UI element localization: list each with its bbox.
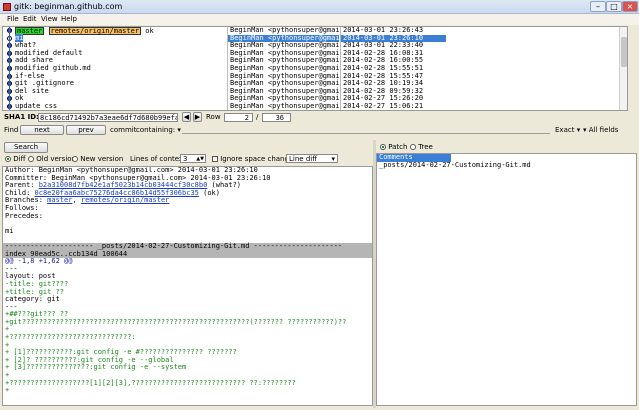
- tree-label: Tree: [418, 143, 433, 151]
- commit-row[interactable]: master remotes/origin/master ok: [3, 27, 225, 35]
- title-bar: gitk: beginman.github.com – □ ×: [0, 0, 639, 14]
- exact-value: Exact: [555, 126, 575, 134]
- minimize-button[interactable]: –: [590, 1, 606, 12]
- diff-line: Branches: master, remotes/origin/master: [5, 196, 170, 205]
- menu-bar: File Edit View Help: [0, 14, 639, 25]
- exact-select[interactable]: Exact ▾: [555, 126, 580, 134]
- patch-label: Patch: [388, 143, 408, 151]
- diff-line: @@ -1,8 +1,62 @@: [5, 257, 73, 266]
- search-row: Search: [0, 141, 375, 153]
- radio-icon: [28, 156, 34, 162]
- line-diff-select[interactable]: Line diff ▾: [286, 154, 338, 163]
- menu-view[interactable]: View: [41, 15, 58, 23]
- new-version-radio[interactable]: New version: [72, 155, 123, 163]
- commit-row[interactable]: mi: [3, 33, 225, 43]
- find-type-label: commit: [110, 126, 137, 134]
- commit-message: ok: [145, 27, 154, 35]
- commit-date-column: 2014-03-01 23:26:43 2014-03-01 23:26:10 20…: [340, 27, 446, 110]
- file-list-pane: Patch Tree Comments _posts/2014-02-27-Cu…: [376, 141, 637, 406]
- file-list-item[interactable]: _posts/2014-02-27-Customizing-Git.md: [377, 161, 636, 170]
- diff-line: Follows:: [5, 203, 39, 212]
- fields-value: All fields: [588, 126, 619, 134]
- sha-bar: SHA1 ID: 8c186cd71492b7a3eae6df7d680b99e…: [0, 112, 639, 123]
- commit-list-scrollbar[interactable]: [619, 27, 627, 110]
- radio-icon: [72, 156, 78, 162]
- old-version-radio[interactable]: Old version: [28, 155, 76, 163]
- commit-author-column: BeginMan <pythonsuper@gmail.coBeginMan <…: [227, 27, 339, 110]
- row-label: Row: [206, 113, 221, 121]
- diff-view[interactable]: Author: BeginMan <pythonsuper@gmail.com>…: [2, 166, 373, 406]
- find-mode-value: containing:: [136, 126, 176, 134]
- sha-input[interactable]: 8c186cd71492b7a3eae6df7d680b99efa0f87c8: [38, 113, 178, 122]
- old-version-label: Old version: [36, 155, 76, 163]
- diff-options-bar: Diff Old version New version Lines of co…: [0, 154, 375, 165]
- gitk-app-icon: [3, 3, 11, 11]
- diff-line: [3, 220, 372, 228]
- close-button[interactable]: ×: [622, 1, 638, 12]
- diff-line: mi: [5, 226, 14, 235]
- branch-tag: remotes/origin/master: [48, 27, 142, 35]
- spin-arrows-icon: ▲▼: [196, 156, 204, 162]
- menu-edit[interactable]: Edit: [23, 15, 37, 23]
- diff-radio-label: Diff: [13, 155, 26, 163]
- chevron-down-icon: ▾: [583, 126, 587, 134]
- menu-file[interactable]: File: [7, 15, 19, 23]
- diff-line: + [3]???????????????:git config -e --sys…: [5, 363, 187, 372]
- diff-line: +git????????????????????????????????????…: [5, 317, 347, 326]
- context-value: 3: [183, 155, 188, 163]
- context-spinbox[interactable]: 3 ▲▼: [180, 154, 206, 163]
- changed-files-list: Comments _posts/2014-02-27-Customizing-G…: [376, 153, 637, 406]
- new-version-label: New version: [80, 155, 124, 163]
- ignore-space-checkbox[interactable]: Ignore space change: [212, 155, 293, 163]
- diff-line: +: [5, 386, 10, 395]
- find-mode-select[interactable]: containing: ▾: [136, 126, 181, 134]
- graph-line: [9, 27, 10, 110]
- row-separator: /: [256, 113, 259, 121]
- ignore-space-label: Ignore space change: [220, 155, 294, 163]
- branch-link[interactable]: remotes/origin/master: [81, 196, 170, 205]
- diff-line: category: git: [5, 295, 60, 304]
- row-field: 2: [224, 113, 253, 122]
- back-arrow-button[interactable]: ◀: [182, 112, 191, 122]
- fields-select[interactable]: ▾ All fields: [583, 126, 618, 134]
- commit-link[interactable]: master: [47, 196, 72, 205]
- diff-line: +???????????????????[1][2][3],??????????…: [5, 378, 296, 387]
- commit-date[interactable]: 2014-02-27 15:06:21: [341, 102, 446, 110]
- menu-help[interactable]: Help: [61, 15, 77, 23]
- commit-list-pane: master remotes/origin/master ok mi what? mo…: [2, 26, 628, 111]
- chevron-down-icon: ▾: [331, 155, 335, 163]
- patch-radio[interactable]: Patch: [380, 143, 407, 151]
- chevron-down-icon: ▾: [177, 126, 181, 134]
- search-button[interactable]: Search: [4, 142, 48, 153]
- radio-selected-icon: [5, 156, 11, 162]
- find-next-button[interactable]: next: [20, 125, 64, 135]
- diff-line: ---: [5, 264, 18, 273]
- diff-line: +?????????????????????????????:: [5, 333, 136, 342]
- window-title: gitk: beginman.github.com: [14, 2, 123, 11]
- tree-radio[interactable]: Tree: [410, 143, 433, 151]
- commit-author[interactable]: BeginMan <pythonsuper@gmail.co: [228, 102, 339, 110]
- maximize-button[interactable]: □: [606, 1, 622, 12]
- find-prev-button[interactable]: prev: [66, 125, 106, 135]
- forward-arrow-button[interactable]: ▶: [193, 112, 202, 122]
- radio-icon: [410, 144, 416, 150]
- find-bar: Find next prev commit containing: ▾ Exac…: [0, 124, 639, 136]
- chevron-down-icon: ▾: [576, 126, 581, 134]
- checkbox-icon: [212, 156, 218, 162]
- find-input[interactable]: [182, 126, 550, 134]
- radio-selected-icon: [380, 144, 386, 150]
- find-label: Find: [4, 126, 19, 134]
- row-total: 36: [262, 113, 291, 122]
- commit-message-column: master remotes/origin/master ok mi what? mo…: [3, 27, 225, 110]
- line-diff-value: Line diff: [289, 155, 318, 163]
- scroll-thumb[interactable]: [621, 37, 627, 67]
- diff-line: Precedes:: [5, 211, 43, 220]
- commit-row[interactable]: del site: [3, 87, 225, 96]
- sha-label: SHA1 ID:: [4, 113, 39, 121]
- diff-radio[interactable]: Diff: [5, 155, 25, 163]
